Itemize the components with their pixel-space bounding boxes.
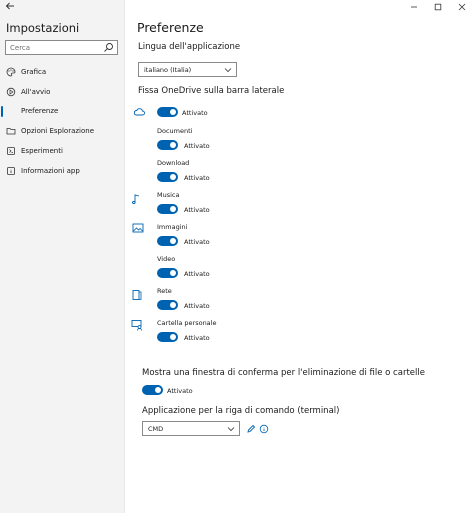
documenti-toggle[interactable] [157, 140, 178, 150]
edit-icon[interactable] [246, 424, 256, 434]
info-icon[interactable] [259, 424, 269, 434]
toggle-state-text: Attivato [184, 142, 210, 150]
onedrive-toggle[interactable] [157, 107, 178, 117]
sidebar-item-label: Esperimenti [21, 147, 63, 156]
chevron-down-icon [224, 68, 232, 73]
music-icon [132, 194, 140, 204]
toggle-state-text: Attivato [184, 174, 210, 182]
video-label: Video [157, 255, 176, 263]
toggle-state-text: Attivato [167, 387, 193, 395]
close-button[interactable] [450, 0, 474, 14]
terminal-label: Applicazione per la riga di comando (ter… [142, 406, 340, 416]
rete-label: Rete [157, 287, 172, 295]
search-icon[interactable] [103, 42, 114, 53]
language-label: Lingua dell'applicazione [138, 42, 241, 52]
app-title: Impostazioni [6, 21, 80, 35]
terminal-dropdown[interactable]: CMD [142, 421, 240, 436]
sidebar-pin-label: Fissa OneDrive sulla barra laterale [138, 86, 285, 96]
page-title: Preferenze [137, 20, 204, 35]
toggle-state-text: Attivato [182, 109, 208, 117]
palette-icon [6, 67, 16, 77]
startup-icon [6, 87, 16, 97]
chevron-down-icon [227, 427, 235, 432]
sidebar-nav: Grafica All'avvio Preferenze Opzioni Esp… [0, 62, 124, 181]
immagini-label: Immagini [157, 223, 188, 231]
window-controls [402, 0, 474, 14]
sidebar-item-label: Opzioni Esplorazione [21, 127, 95, 136]
sidebar-item-label: Grafica [21, 67, 47, 76]
user-folder-icon [131, 320, 142, 331]
rete-toggle[interactable] [157, 300, 178, 310]
toggle-state-text: Attivato [184, 238, 210, 246]
language-dropdown[interactable]: italiano (Italia) [138, 62, 237, 77]
toggle-state-text: Attivato [184, 334, 210, 342]
sidebar-item-allavvio[interactable]: All'avvio [0, 82, 124, 102]
toggle-state-text: Attivato [184, 270, 210, 278]
toggle-state-text: Attivato [184, 302, 210, 310]
musica-toggle[interactable] [157, 204, 178, 214]
minimize-icon [411, 6, 417, 8]
sidebar-item-label: All'avvio [21, 87, 51, 96]
documenti-label: Documenti [157, 127, 193, 135]
sidebar-item-label: Informazioni app [21, 166, 80, 175]
close-icon [458, 3, 466, 11]
terminal-dropdown-value: CMD [148, 424, 164, 433]
sidebar-item-grafica[interactable]: Grafica [0, 62, 124, 82]
search-box[interactable] [5, 40, 118, 55]
search-input[interactable] [10, 43, 100, 53]
sidebar-item-label: Preferenze [21, 107, 59, 116]
cloud-icon [133, 108, 145, 116]
confirm-delete-label: Mostra una finestra di conferma per l'el… [142, 368, 425, 378]
info-icon [6, 166, 16, 176]
language-dropdown-value: italiano (Italia) [144, 65, 192, 74]
sidebar-item-preferenze[interactable]: Preferenze [0, 102, 124, 122]
folder-icon [6, 126, 16, 136]
back-button[interactable] [5, 1, 15, 13]
toggle-state-text: Attivato [184, 206, 210, 214]
network-icon [132, 290, 142, 300]
minimize-button[interactable] [402, 0, 426, 14]
musica-label: Musica [157, 191, 180, 199]
sidebar-item-informazioni-app[interactable]: Informazioni app [0, 161, 124, 181]
maximize-button[interactable] [426, 0, 450, 14]
flask-icon [6, 146, 16, 156]
video-toggle[interactable] [157, 268, 178, 278]
back-arrow-icon [5, 2, 14, 10]
image-icon [132, 223, 144, 233]
download-label: Download [157, 159, 190, 167]
sidebar-item-esperimenti[interactable]: Esperimenti [0, 141, 124, 161]
cartella-personale-label: Cartella personale [157, 319, 217, 327]
download-toggle[interactable] [157, 172, 178, 182]
sidebar-item-opzioni-esplorazione[interactable]: Opzioni Esplorazione [0, 121, 124, 141]
cartella-personale-toggle[interactable] [157, 332, 178, 342]
maximize-icon [434, 3, 442, 11]
immagini-toggle[interactable] [157, 236, 178, 246]
sidebar: Impostazioni Grafica All'avvio Preferenz… [0, 0, 125, 513]
confirm-delete-toggle[interactable] [142, 385, 163, 395]
